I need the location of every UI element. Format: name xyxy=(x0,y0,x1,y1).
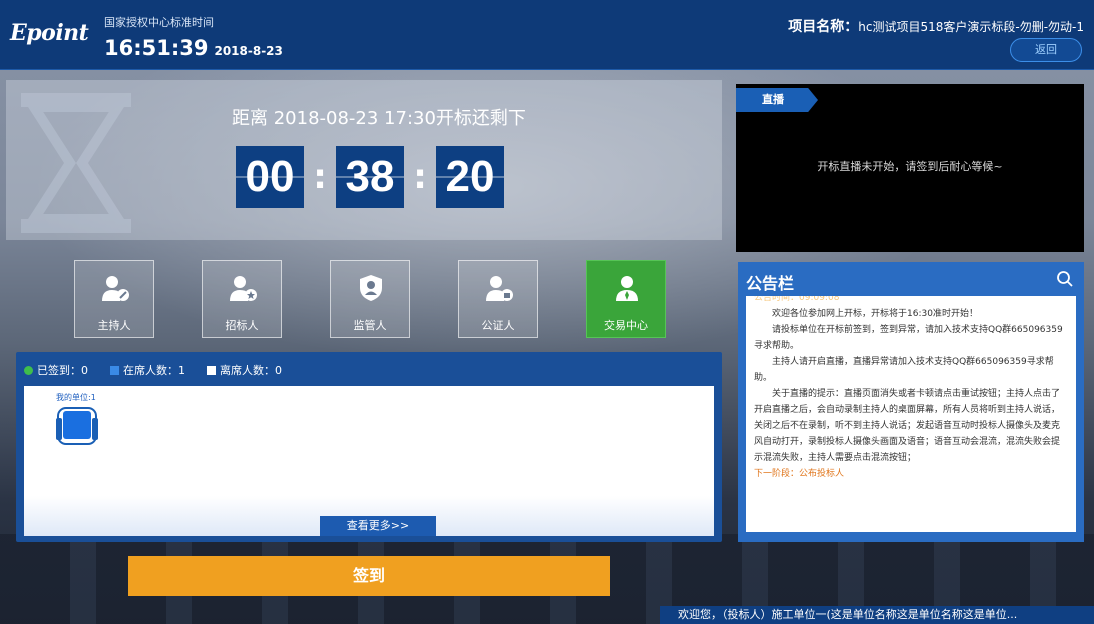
present-legend-icon xyxy=(110,365,119,375)
view-more-button[interactable]: 查看更多>> xyxy=(320,516,436,536)
absent-count: 离席人数：0 xyxy=(207,362,282,378)
live-message: 开标直播未开始，请签到后耐心等候~ xyxy=(817,160,1003,173)
supervisor-icon xyxy=(360,275,382,301)
countdown-hours: 00 xyxy=(236,146,304,208)
live-panel: 直播 开标直播未开始，请签到后耐心等候~ xyxy=(736,84,1084,252)
colon-separator: : xyxy=(413,157,427,197)
present-count-label: 在席人数：1 xyxy=(123,364,185,377)
role-buttons: 主持人 招标人 监管人 公证人 交易中心 xyxy=(74,260,674,340)
absent-legend-icon xyxy=(207,365,216,375)
next-stage-link[interactable]: 下一阶段：公布投标人 xyxy=(754,466,1068,482)
signed-count: 已签到：0 xyxy=(24,362,88,378)
host-icon xyxy=(102,276,129,301)
search-icon[interactable] xyxy=(1056,270,1074,288)
notice-board: 公告栏 公告时间：09:09:08 欢迎各位参加网上开标，开标将于16:30准时… xyxy=(738,262,1084,542)
tenderer-icon xyxy=(230,276,257,301)
role-tenderer-button[interactable]: 招标人 xyxy=(202,260,282,338)
project-name: hc测试项目518客户演示标段-勿删-勿动-1 xyxy=(858,20,1084,34)
countdown-seconds: 20 xyxy=(436,146,504,208)
role-supervisor-button[interactable]: 监管人 xyxy=(330,260,410,338)
seat-map: 我的单位:1 查看更多>> xyxy=(24,386,714,536)
check-icon xyxy=(24,365,33,375)
project-info: 项目名称：hc测试项目518客户演示标段-勿删-勿动-1 xyxy=(788,16,1084,36)
attendance-stats: 已签到：0 在席人数：1 离席人数：0 xyxy=(24,362,282,378)
clock-time: 16:51:39 xyxy=(104,36,209,60)
notice-title: 公告栏 xyxy=(746,274,795,293)
countdown-panel: 距离 2018-08-23 17:30开标还剩下 00 : 38 : 20 xyxy=(6,80,722,240)
notice-content: 公告时间：09:09:08 欢迎各位参加网上开标，开标将于16:30准时开始！ … xyxy=(746,296,1076,532)
hourglass-icon xyxy=(21,93,131,233)
role-trading-center-button[interactable]: 交易中心 xyxy=(586,260,666,338)
signed-count-label: 已签到：0 xyxy=(37,364,88,377)
colon-separator: : xyxy=(313,157,327,197)
notice-paragraph: 请投标单位在开标前签到，签到异常，请加入技术支持QQ群665096359寻求帮助… xyxy=(754,325,1063,351)
project-label: 项目名称： xyxy=(788,19,859,35)
countdown-title: 距离 2018-08-23 17:30开标还剩下 xyxy=(232,108,526,129)
live-tag: 直播 xyxy=(736,88,818,112)
seat-icon[interactable] xyxy=(54,406,100,446)
role-label: 交易中心 xyxy=(604,319,648,332)
header: Epoint 国家授权中心标准时间 16:51:39 2018-8-23 项目名称… xyxy=(0,0,1094,70)
auth-time-label: 国家授权中心标准时间 xyxy=(104,16,214,29)
role-label: 主持人 xyxy=(97,319,131,332)
back-button[interactable]: 返回 xyxy=(1010,38,1082,62)
notice-paragraph: 主持人请开启直播，直播异常请加入技术支持QQ群665096359寻求帮助。 xyxy=(754,357,1054,383)
role-label: 招标人 xyxy=(225,319,259,332)
notice-paragraph: 欢迎各位参加网上开标，开标将于16:30准时开始！ xyxy=(772,309,978,319)
notary-icon xyxy=(486,276,513,301)
notice-faded-line: 公告时间：09:09:08 xyxy=(754,296,840,303)
sign-in-button[interactable]: 签到 xyxy=(128,556,610,596)
countdown-digits: 00 : 38 : 20 xyxy=(236,146,504,208)
welcome-bar: 欢迎您，（投标人）施工单位一(这是单位名称这是单位名称这是单位... xyxy=(660,606,1094,624)
trading-center-icon xyxy=(616,276,638,301)
seat-label: 我的单位:1 xyxy=(56,393,96,402)
present-count: 在席人数：1 xyxy=(110,362,185,378)
absent-count-label: 离席人数：0 xyxy=(220,364,282,377)
clock-date: 2018-8-23 xyxy=(214,44,283,58)
role-host-button[interactable]: 主持人 xyxy=(74,260,154,338)
clock: 16:51:39 2018-8-23 xyxy=(104,36,283,60)
role-label: 公证人 xyxy=(481,319,515,332)
role-notary-button[interactable]: 公证人 xyxy=(458,260,538,338)
countdown-minutes: 38 xyxy=(336,146,404,208)
role-label: 监管人 xyxy=(353,319,387,332)
notice-paragraph: 关于直播的提示：直播页面消失或者卡顿请点击重试按钮；主持人点击了开启直播之后，会… xyxy=(754,389,1061,463)
attendance-panel: 已签到：0 在席人数：1 离席人数：0 我的单位:1 查看更多>> xyxy=(16,352,722,542)
logo: Epoint xyxy=(10,20,89,46)
